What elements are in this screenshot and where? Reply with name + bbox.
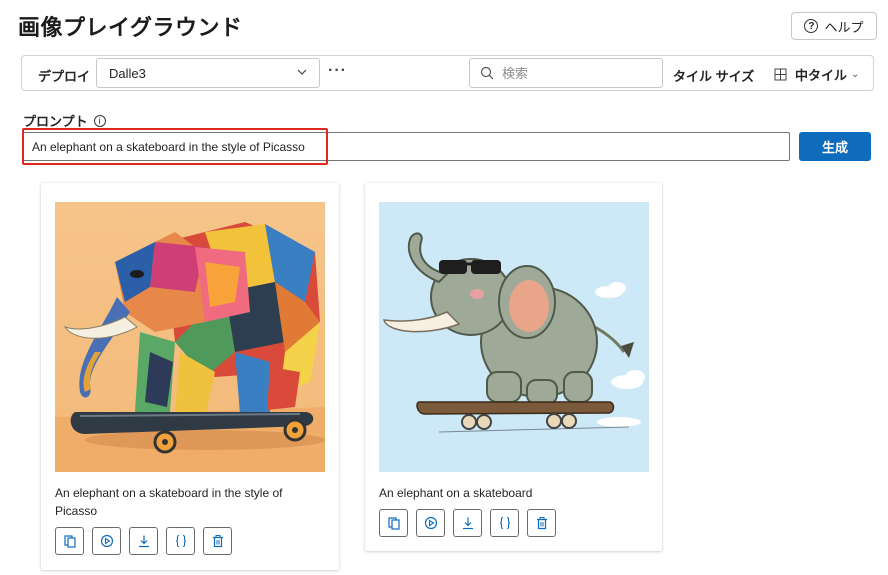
cubist-elephant-image — [55, 202, 325, 472]
deployment-dropdown[interactable]: Dalle3 — [96, 58, 320, 88]
delete-button[interactable] — [203, 527, 232, 555]
search-icon — [480, 66, 494, 80]
grid-icon — [774, 68, 787, 81]
more-options-button[interactable]: ··· — [328, 62, 347, 80]
info-icon[interactable]: i — [93, 114, 106, 127]
search-box[interactable] — [469, 58, 663, 88]
download-icon — [138, 535, 149, 548]
copy-icon — [387, 517, 400, 530]
question-circle-icon: ? — [804, 19, 819, 33]
tile-size-value: 中タイル — [795, 68, 848, 83]
delete-button[interactable] — [527, 509, 556, 537]
toolbar: デプロイ Dalle3 ··· タイル サイズ 中タイル ⌄ — [21, 55, 874, 91]
image-caption: An elephant on a skateboard — [379, 486, 533, 500]
help-label: ヘルプ — [824, 19, 864, 35]
copy-button[interactable] — [379, 509, 408, 537]
search-input[interactable] — [502, 65, 652, 81]
cartoon-elephant-image — [379, 202, 649, 472]
chevron-down-icon — [297, 69, 307, 75]
download-icon — [462, 517, 473, 530]
card-actions — [55, 527, 232, 555]
generate-button[interactable]: 生成 — [799, 132, 871, 161]
delete-icon — [536, 517, 547, 530]
image-caption: An elephant on a skateboard in the style… — [55, 486, 283, 518]
play-icon — [100, 534, 113, 548]
card-actions — [379, 509, 556, 537]
deploy-label: デプロイ — [38, 69, 91, 84]
tile-size-dropdown[interactable]: 中タイル ⌄ — [774, 65, 859, 84]
prompt-input[interactable] — [22, 132, 790, 161]
page-title: 画像プレイグラウンド — [18, 15, 243, 40]
copy-button[interactable] — [55, 527, 84, 555]
image-card: An elephant on a skateboard in the style… — [41, 183, 339, 570]
code-icon — [499, 516, 510, 530]
delete-icon — [212, 535, 223, 548]
copy-icon — [63, 535, 76, 548]
play-button[interactable] — [92, 527, 121, 555]
image-card: An elephant on a skateboard — [365, 183, 662, 551]
generated-image[interactable] — [55, 202, 325, 472]
prompt-label: プロンプト i — [23, 111, 106, 130]
deployment-value: Dalle3 — [109, 65, 146, 81]
help-button[interactable]: ? ヘルプ — [791, 12, 877, 40]
chevron-down-icon: ⌄ — [851, 69, 860, 80]
code-icon — [175, 534, 186, 548]
generated-image[interactable] — [379, 202, 649, 472]
code-button[interactable] — [166, 527, 195, 555]
tile-size-label: タイル サイズ — [673, 69, 755, 84]
download-button[interactable] — [453, 509, 482, 537]
code-button[interactable] — [490, 509, 519, 537]
play-button[interactable] — [416, 509, 445, 537]
download-button[interactable] — [129, 527, 158, 555]
play-icon — [424, 516, 437, 530]
